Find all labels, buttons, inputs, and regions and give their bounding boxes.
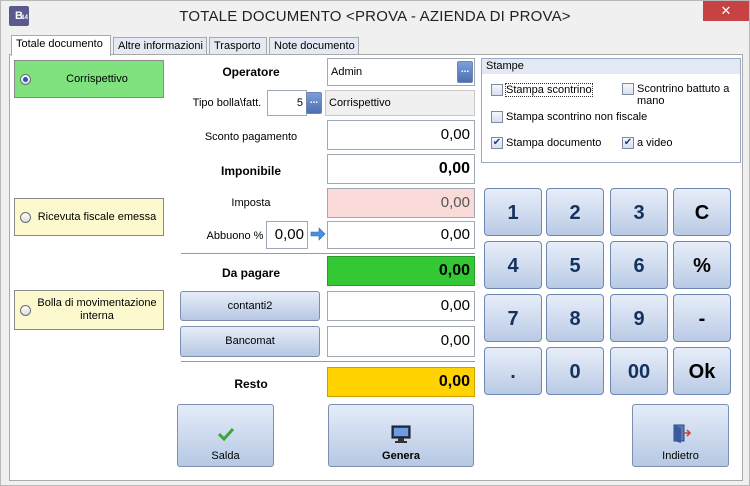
payment-bancomat-field[interactable]: 0,00 [327, 326, 475, 357]
resto-label: Resto [234, 377, 268, 391]
stampe-group: Stampe Stampa scontrino Scontrino battut… [481, 58, 741, 163]
monitor-icon [391, 425, 411, 443]
stampa-scontrino-checkbox[interactable]: Stampa scontrino [491, 83, 593, 97]
salda-button[interactable]: Salda [177, 404, 274, 467]
operatore-label: Operatore [222, 65, 280, 79]
tab-note-documento[interactable]: Note documento [269, 37, 359, 55]
key-0[interactable]: 0 [546, 347, 604, 395]
payment-contanti2-field[interactable]: 0,00 [327, 291, 475, 321]
key-5[interactable]: 5 [546, 241, 604, 289]
dapagare-label: Da pagare [221, 266, 281, 280]
doc-type-corrispettivo[interactable]: Corrispettivo [14, 60, 164, 98]
radio-icon [20, 304, 31, 316]
a-video-checkbox[interactable]: ✔ a video [622, 137, 672, 149]
imposta-field: 0,00 [327, 188, 475, 218]
sconto-label: Sconto pagamento [204, 131, 298, 143]
key-decimal[interactable]: . [484, 347, 542, 395]
checkbox-icon [491, 84, 503, 96]
stampa-documento-checkbox[interactable]: ✔ Stampa documento [491, 137, 601, 149]
key-percent[interactable]: % [673, 241, 731, 289]
title-bar: B 14 TOTALE DOCUMENTO <PROVA - AZIENDA DI… [1, 1, 749, 31]
close-button[interactable]: ✕ [703, 1, 749, 21]
key-2[interactable]: 2 [546, 188, 604, 236]
tab-totale-documento[interactable]: Totale documento [11, 35, 111, 56]
doc-type-ricevuta[interactable]: Ricevuta fiscale emessa [14, 198, 164, 236]
radio-selected-icon [20, 73, 31, 85]
operatore-lookup-button[interactable]: ... [457, 61, 473, 83]
abbuono-label: Abbuono % [206, 230, 264, 242]
tipo-lookup-button[interactable]: ... [306, 92, 322, 114]
key-4[interactable]: 4 [484, 241, 542, 289]
key-3[interactable]: 3 [610, 188, 668, 236]
checkmark-icon: ✔ [622, 137, 634, 149]
imposta-label: Imposta [231, 197, 271, 209]
tipo-label: Tipo bolla\fatt. [192, 97, 262, 109]
tab-altre-informazioni[interactable]: Altre informazioni [113, 37, 207, 55]
key-minus[interactable]: - [673, 294, 731, 342]
checkbox-icon [491, 111, 503, 123]
tipo-code-field[interactable]: 5 [267, 90, 307, 116]
dapagare-field: 0,00 [327, 256, 475, 286]
operatore-field[interactable]: Admin [327, 58, 475, 86]
resto-field: 0,00 [327, 367, 475, 397]
indietro-button[interactable]: Indietro [632, 404, 729, 467]
stampe-title: Stampe [482, 59, 740, 74]
radio-icon [20, 211, 31, 223]
separator [181, 361, 475, 362]
abbuono-pct-field[interactable]: 0,00 [266, 221, 308, 249]
genera-button[interactable]: Genera [328, 404, 474, 467]
key-00[interactable]: 00 [610, 347, 668, 395]
abbuono-field[interactable]: 0,00 [327, 221, 475, 249]
window-title: TOTALE DOCUMENTO <PROVA - AZIENDA DI PRO… [179, 8, 571, 25]
tipo-desc-field: Corrispettivo [325, 90, 475, 116]
checkmark-icon [217, 427, 234, 441]
key-9[interactable]: 9 [610, 294, 668, 342]
arrow-right-icon[interactable] [310, 227, 326, 241]
checkbox-icon [622, 83, 634, 95]
key-clear[interactable]: C [673, 188, 731, 236]
checkmark-icon: ✔ [491, 137, 503, 149]
main-window: B 14 TOTALE DOCUMENTO <PROVA - AZIENDA DI… [0, 0, 750, 486]
key-1[interactable]: 1 [484, 188, 542, 236]
payment-contanti2-button[interactable]: contanti2 [180, 291, 320, 321]
imponibile-field: 0,00 [327, 154, 475, 184]
tab-trasporto[interactable]: Trasporto [209, 37, 267, 55]
scontrino-mano-checkbox[interactable]: Scontrino battuto a mano [622, 83, 740, 107]
imponibile-label: Imponibile [221, 164, 281, 178]
key-8[interactable]: 8 [546, 294, 604, 342]
key-6[interactable]: 6 [610, 241, 668, 289]
doc-type-bolla[interactable]: Bolla di movimentazione interna [14, 290, 164, 330]
sconto-field[interactable]: 0,00 [327, 120, 475, 150]
key-ok[interactable]: Ok [673, 347, 731, 395]
key-7[interactable]: 7 [484, 294, 542, 342]
payment-bancomat-button[interactable]: Bancomat [180, 326, 320, 357]
exit-door-icon [673, 424, 691, 443]
separator [181, 253, 475, 254]
stampa-non-fiscale-checkbox[interactable]: Stampa scontrino non fiscale [491, 111, 647, 123]
